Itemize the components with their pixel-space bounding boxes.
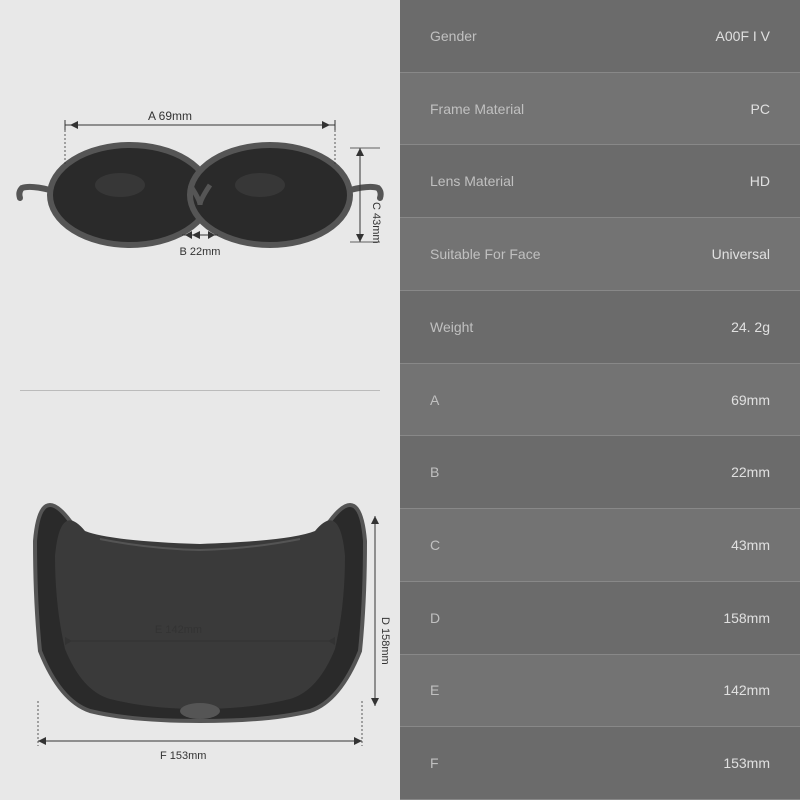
spec-label: Gender xyxy=(430,28,477,44)
spec-label: C xyxy=(430,537,440,553)
spec-value: A00F I V xyxy=(716,28,770,44)
spec-label: F xyxy=(430,755,439,771)
spec-row: D 158mm xyxy=(400,582,800,655)
svg-text:E 142mm: E 142mm xyxy=(155,624,202,636)
spec-row: Lens Material HD xyxy=(400,145,800,218)
spec-label: A xyxy=(430,392,439,408)
spec-label: B xyxy=(430,464,439,480)
top-view-diagram: E 142mm D 158mm F 153mm xyxy=(10,391,390,771)
spec-row: Suitable For Face Universal xyxy=(400,218,800,291)
svg-text:B 22mm: B 22mm xyxy=(180,246,221,258)
spec-value: 69mm xyxy=(731,392,770,408)
front-view-diagram: A 69mm B 22mm C 43mm xyxy=(10,30,390,390)
spec-row: C 43mm xyxy=(400,509,800,582)
spec-row: E 142mm xyxy=(400,655,800,728)
svg-text:D 158mm: D 158mm xyxy=(379,617,390,665)
svg-text:F 153mm: F 153mm xyxy=(160,750,206,761)
spec-value: 24. 2g xyxy=(731,319,770,335)
spec-value: 142mm xyxy=(723,682,770,698)
spec-label: D xyxy=(430,610,440,626)
spec-row: A 69mm xyxy=(400,364,800,437)
spec-row: F 153mm xyxy=(400,727,800,800)
spec-value: 43mm xyxy=(731,537,770,553)
spec-row: Frame Material PC xyxy=(400,73,800,146)
spec-label: Weight xyxy=(430,319,473,335)
spec-value: PC xyxy=(751,101,770,117)
svg-text:C 43mm: C 43mm xyxy=(370,202,382,244)
svg-text:A 69mm: A 69mm xyxy=(148,109,192,123)
diagram-panel: A 69mm B 22mm C 43mm xyxy=(0,0,400,800)
spec-value: 22mm xyxy=(731,464,770,480)
spec-row: Weight 24. 2g xyxy=(400,291,800,364)
spec-value: Universal xyxy=(712,246,770,262)
spec-value: 153mm xyxy=(723,755,770,771)
specs-panel: Gender A00F I V Frame Material PC Lens Mater… xyxy=(400,0,800,800)
spec-label: E xyxy=(430,682,439,698)
spec-value: HD xyxy=(750,173,770,189)
spec-label: Frame Material xyxy=(430,101,524,117)
spec-label: Lens Material xyxy=(430,173,514,189)
spec-row: B 22mm xyxy=(400,436,800,509)
spec-value: 158mm xyxy=(723,610,770,626)
spec-row: Gender A00F I V xyxy=(400,0,800,73)
spec-label: Suitable For Face xyxy=(430,246,541,262)
